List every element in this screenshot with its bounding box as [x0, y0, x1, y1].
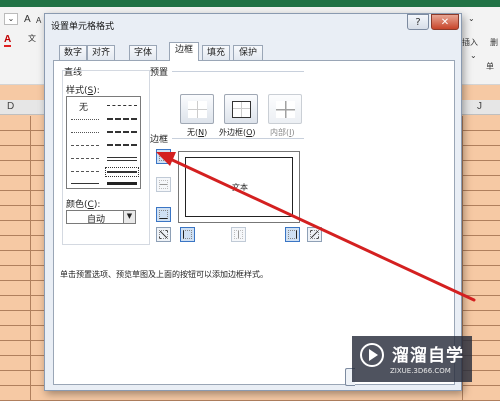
tab-protection[interactable]: 保护 [233, 45, 263, 61]
line-style-option[interactable] [107, 131, 137, 133]
line-style-option[interactable] [107, 182, 137, 185]
line-style-option[interactable] [71, 183, 99, 184]
grid-column-line [30, 116, 31, 401]
border-inside-horizontal-button[interactable] [156, 177, 171, 192]
style-label: 样式(S): [66, 86, 100, 96]
phonetic-button[interactable]: 文 [28, 33, 36, 44]
line-style-option[interactable] [71, 119, 99, 120]
tab-alignment[interactable]: 对齐 [87, 45, 115, 61]
font-size-dropdown[interactable]: ⌄ [4, 13, 18, 25]
preset-outline-button[interactable] [224, 94, 258, 124]
preset-inside-icon [276, 101, 295, 118]
border-top-icon [159, 152, 168, 161]
border-inside-horizontal-icon [159, 180, 168, 189]
preset-inside-button[interactable] [268, 94, 302, 124]
group-divider [172, 138, 304, 139]
line-style-option[interactable] [71, 171, 99, 172]
tab-number[interactable]: 数字 [59, 45, 87, 61]
line-style-option[interactable] [71, 132, 99, 133]
watermark-url: ZIXUE.3D66.COM [390, 367, 451, 375]
watermark-title: 溜溜自学 [392, 346, 464, 366]
preset-inside-label: 内部(I) [270, 128, 295, 137]
line-style-option[interactable] [71, 158, 99, 159]
line-style-option[interactable] [107, 171, 137, 173]
preset-none-button[interactable] [180, 94, 214, 124]
excel-title-bar [0, 0, 500, 7]
line-style-option[interactable] [107, 157, 137, 161]
help-button[interactable]: ? [407, 14, 429, 30]
diagonal-down-icon [310, 230, 319, 239]
presets-group-label: 预置 [150, 68, 169, 78]
border-inside-vertical-button[interactable] [231, 227, 246, 242]
preview-text: 文本 [232, 183, 248, 192]
watermark-logo: 溜溜自学 ZIXUE.3D66.COM [352, 336, 472, 382]
preset-none-label: 无(N) [187, 128, 208, 137]
line-style-option[interactable] [107, 105, 137, 106]
insert-expand-arrow[interactable]: ⌄ [470, 51, 477, 60]
line-style-option[interactable] [107, 118, 137, 120]
border-diagonal-down-button[interactable] [307, 227, 322, 242]
tab-font[interactable]: 字体 [129, 45, 157, 61]
insert-dropdown-arrow[interactable]: ⌄ [468, 14, 475, 23]
delete-button[interactable]: 删 [490, 37, 498, 48]
play-icon [369, 349, 378, 361]
dialog-title: 设置单元格格式 [51, 22, 115, 32]
close-button[interactable]: ✕ [431, 14, 459, 30]
border-diagonal-up-button[interactable] [156, 227, 171, 242]
border-right-icon [288, 230, 297, 239]
column-header-j[interactable]: J [477, 101, 482, 112]
diagonal-up-icon [159, 230, 168, 239]
border-top-button[interactable] [156, 149, 171, 164]
font-shrink-button[interactable]: A [36, 16, 41, 25]
line-style-none[interactable]: 无 [79, 100, 88, 113]
font-color-button[interactable]: A [4, 34, 12, 47]
color-label: 颜色(C): [66, 200, 101, 210]
border-left-button[interactable] [180, 227, 195, 242]
chevron-down-icon[interactable]: ▼ [123, 211, 135, 223]
format-cells-dialog: 设置单元格格式 ? ✕ 数字 对齐 字体 边框 填充 保护 直线 样式(S): … [44, 13, 462, 391]
line-style-option[interactable] [107, 144, 137, 146]
hint-text: 单击预置选项、预览草图及上面的按钮可以添加边框样式。 [60, 270, 268, 279]
preset-outline-label: 外边框(O) [219, 128, 256, 137]
font-grow-button[interactable]: A [24, 14, 31, 25]
line-style-option[interactable] [71, 145, 99, 146]
border-left-icon [183, 230, 192, 239]
ribbon-group-label: 单 [486, 62, 494, 71]
border-right-button[interactable] [285, 227, 300, 242]
border-preview[interactable]: 文本 [178, 151, 300, 223]
tab-border[interactable]: 边框 [169, 42, 199, 61]
column-header-d[interactable]: D [7, 101, 14, 112]
preset-outline-icon [232, 101, 251, 118]
border-bottom-icon [159, 210, 168, 219]
border-inside-vertical-icon [234, 230, 243, 239]
color-dropdown[interactable]: 自动 ▼ [66, 210, 136, 225]
group-divider [172, 71, 304, 72]
color-value: 自动 [86, 215, 105, 225]
border-group-label: 边框 [150, 135, 169, 145]
border-bottom-button[interactable] [156, 207, 171, 222]
insert-button[interactable]: 插入 [462, 37, 478, 48]
preset-none-icon [188, 101, 207, 118]
tab-fill[interactable]: 填充 [202, 45, 230, 61]
line-style-list[interactable]: 无 [66, 96, 141, 189]
